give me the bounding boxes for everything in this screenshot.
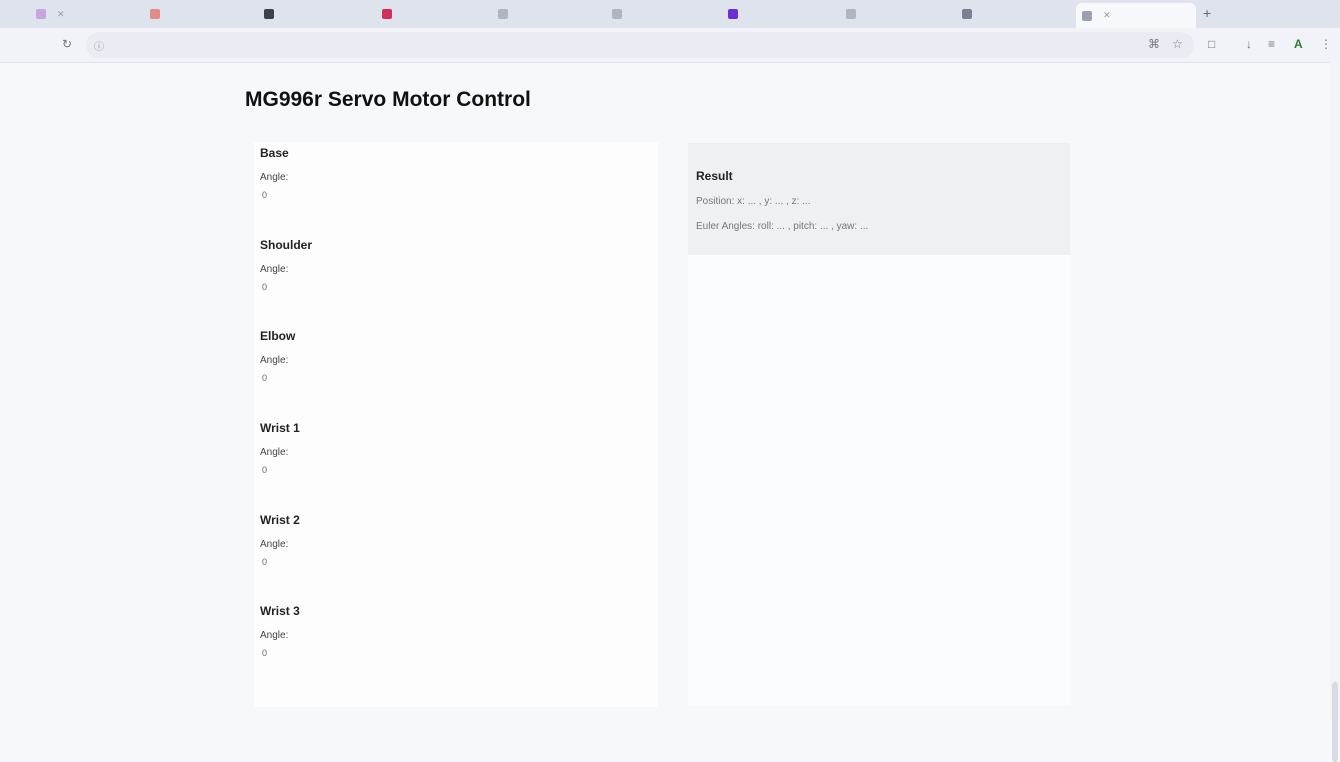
browser-toolbar: ↻ ⓘ ⌘ ☆ □ ↓ ≡ A ⋮ — [0, 28, 1340, 63]
tab-favicon-icon — [264, 9, 274, 19]
tab-favicon-icon — [36, 9, 46, 19]
result-position: Position: x: ... , y: ... , z: ... — [696, 196, 811, 207]
result-euler-angles: Euler Angles: roll: ... , pitch: ... , y… — [696, 221, 869, 232]
joint-elbow: Elbow Angle: — [260, 329, 302, 385]
joint-title: Shoulder — [260, 238, 313, 252]
close-icon[interactable]: ✕ — [1103, 10, 1111, 21]
more-menu-icon[interactable]: ⋮ — [1320, 37, 1332, 51]
browser-tab[interactable] — [382, 4, 482, 24]
angle-label: Angle: — [260, 172, 289, 183]
wrist-3-angle-input[interactable] — [260, 646, 302, 660]
joint-title: Base — [260, 146, 289, 160]
browser-tab[interactable] — [846, 4, 950, 24]
browser-tab[interactable] — [962, 4, 1062, 24]
browser-tab[interactable] — [264, 4, 374, 24]
angle-label: Angle: — [260, 355, 289, 366]
angle-label: Angle: — [260, 630, 289, 641]
joint-title: Wrist 1 — [260, 421, 300, 435]
tab-favicon-icon — [382, 9, 392, 19]
tab-favicon-icon — [498, 9, 508, 19]
extensions-icon[interactable]: □ — [1208, 37, 1215, 51]
profile-avatar-icon[interactable]: A — [1294, 37, 1303, 51]
joint-wrist-3: Wrist 3 Angle: — [260, 604, 302, 660]
angle-label: Angle: — [260, 264, 289, 275]
tab-favicon-icon — [846, 9, 856, 19]
new-tab-button[interactable]: + — [1203, 5, 1211, 21]
browser-tab[interactable] — [612, 4, 712, 24]
bookmark-star-icon[interactable]: ☆ — [1172, 37, 1183, 51]
browser-tab[interactable]: ✕ — [36, 4, 140, 24]
joint-shoulder: Shoulder Angle: — [260, 238, 312, 294]
tab-favicon-icon — [150, 9, 160, 19]
result-panel: Result Position: x: ... , y: ... , z: ..… — [688, 143, 1070, 255]
browser-tab[interactable] — [728, 4, 832, 24]
joint-title: Elbow — [260, 329, 296, 343]
scrollbar-thumb[interactable] — [1332, 682, 1338, 762]
joint-wrist-1: Wrist 1 Angle: — [260, 421, 302, 477]
result-panel-body — [688, 255, 1070, 705]
translate-icon[interactable]: ⌘ — [1148, 37, 1160, 51]
reload-icon[interactable]: ↻ — [62, 37, 72, 51]
joint-title: Wrist 3 — [260, 604, 300, 618]
angle-label: Angle: — [260, 539, 289, 550]
joint-wrist-2: Wrist 2 Angle: — [260, 513, 302, 569]
joint-title: Wrist 2 — [260, 513, 300, 527]
tab-favicon-icon — [612, 9, 622, 19]
browser-tab-bar: ✕ ✕ + — [0, 0, 1340, 28]
elbow-angle-input[interactable] — [260, 371, 302, 385]
servo-controls-panel: Base Angle: Shoulder Angle: Elbow Angle:… — [254, 142, 658, 707]
tab-favicon-icon — [962, 9, 972, 19]
base-angle-input[interactable] — [260, 188, 302, 202]
shoulder-angle-input[interactable] — [260, 280, 302, 294]
browser-tab-active[interactable]: ✕ — [1076, 3, 1196, 28]
page-title: MG996r Servo Motor Control — [245, 88, 531, 111]
joint-base: Base Angle: — [260, 146, 302, 202]
download-icon[interactable]: ↓ — [1246, 37, 1252, 51]
site-info-icon[interactable]: ⓘ — [94, 38, 104, 53]
wrist-2-angle-input[interactable] — [260, 555, 302, 569]
tab-favicon-icon — [728, 9, 738, 19]
result-title: Result — [696, 169, 733, 183]
menu-icon[interactable]: ≡ — [1268, 37, 1275, 51]
browser-tab[interactable] — [498, 4, 592, 24]
wrist-1-angle-input[interactable] — [260, 463, 302, 477]
close-icon[interactable]: ✕ — [57, 9, 65, 20]
tab-favicon-icon — [1082, 10, 1092, 21]
angle-label: Angle: — [260, 447, 289, 458]
page-scrollbar[interactable] — [1330, 62, 1340, 762]
address-bar[interactable]: ⓘ — [86, 32, 1194, 58]
browser-tab[interactable] — [150, 4, 250, 24]
